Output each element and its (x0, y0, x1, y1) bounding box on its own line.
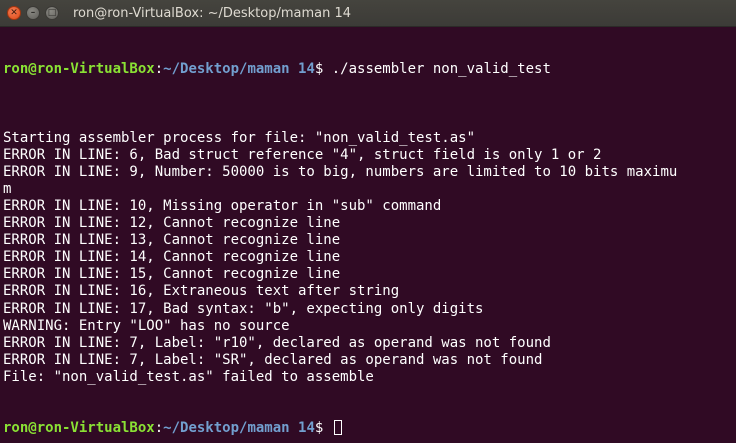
current-prompt-line[interactable]: ron@ron-VirtualBox:~/Desktop/maman 14$ (3, 420, 736, 437)
output-line: ERROR IN LINE: 16, Extraneous text after… (3, 283, 400, 300)
output-line: ERROR IN LINE: 10, Missing operator in "… (3, 197, 442, 214)
command-text: ./assembler non_valid_test (331, 61, 551, 78)
command-line: ron@ron-VirtualBox:~/Desktop/maman 14$ .… (3, 61, 736, 78)
prompt-path: ~/Desktop/maman 14 (163, 61, 315, 78)
output-line: ERROR IN LINE: 7, Label: "SR", declared … (3, 351, 543, 368)
prompt-symbol: $ (314, 420, 332, 437)
window-controls: ✕ – □ (7, 6, 59, 20)
maximize-icon[interactable]: □ (45, 6, 59, 20)
prompt-user-host: ron@ron-VirtualBox (3, 420, 155, 437)
terminal-body[interactable]: ron@ron-VirtualBox:~/Desktop/maman 14$ .… (3, 27, 736, 443)
output-line: m (3, 180, 12, 197)
close-icon[interactable]: ✕ (7, 6, 21, 20)
output-line: ERROR IN LINE: 12, Cannot recognize line (3, 215, 341, 232)
output-line: ERROR IN LINE: 15, Cannot recognize line (3, 266, 341, 283)
prompt-symbol: $ (314, 61, 332, 78)
output-line: File: "non_valid_test.as" failed to asse… (3, 368, 374, 385)
output-line: ERROR IN LINE: 6, Bad struct reference "… (3, 146, 602, 163)
prompt-path: ~/Desktop/maman 14 (163, 420, 315, 437)
prompt-separator: : (154, 420, 164, 437)
output-line: ERROR IN LINE: 14, Cannot recognize line (3, 249, 341, 266)
output-line: ERROR IN LINE: 7, Label: "r10", declared… (3, 334, 551, 351)
output-line: ERROR IN LINE: 9, Number: 50000 is to bi… (3, 163, 678, 180)
minimize-icon[interactable]: – (26, 6, 40, 20)
prompt-user-host: ron@ron-VirtualBox (3, 61, 155, 78)
output-line: Starting assembler process for file: "no… (3, 129, 476, 146)
output-line: WARNING: Entry "LOO" has no source (3, 317, 290, 334)
prompt-separator: : (154, 61, 164, 78)
output-line: ERROR IN LINE: 17, Bad syntax: "b", expe… (3, 300, 484, 317)
output-line: ERROR IN LINE: 13, Cannot recognize line (3, 232, 341, 249)
title-bar[interactable]: ✕ – □ ron@ron-VirtualBox: ~/Desktop/mama… (0, 0, 736, 27)
terminal-window: ✕ – □ ron@ron-VirtualBox: ~/Desktop/mama… (0, 0, 736, 443)
text-cursor (333, 420, 342, 436)
window-title: ron@ron-VirtualBox: ~/Desktop/maman 14 (73, 5, 352, 21)
terminal-output: Starting assembler process for file: "no… (3, 112, 736, 386)
